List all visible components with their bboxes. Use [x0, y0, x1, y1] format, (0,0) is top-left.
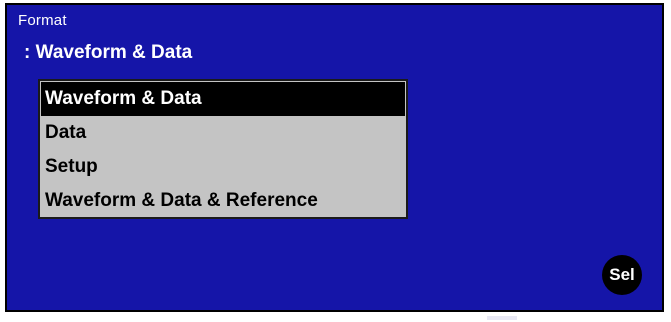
- current-format-prefix: :: [24, 42, 31, 63]
- option-setup[interactable]: Setup: [41, 150, 405, 184]
- dialog-title: Format: [18, 12, 67, 29]
- bottom-indicator: [487, 316, 517, 320]
- select-button[interactable]: Sel: [602, 255, 642, 295]
- option-data[interactable]: Data: [41, 116, 405, 150]
- format-dialog: Format : Waveform & Data Waveform & Data…: [5, 3, 664, 312]
- current-format-value: Waveform & Data: [35, 42, 193, 63]
- option-waveform-data-reference[interactable]: Waveform & Data & Reference: [41, 184, 405, 218]
- option-waveform-and-data[interactable]: Waveform & Data: [41, 82, 405, 116]
- current-format: : Waveform & Data: [24, 42, 192, 64]
- format-options-list: Waveform & Data Data Setup Waveform & Da…: [38, 79, 408, 219]
